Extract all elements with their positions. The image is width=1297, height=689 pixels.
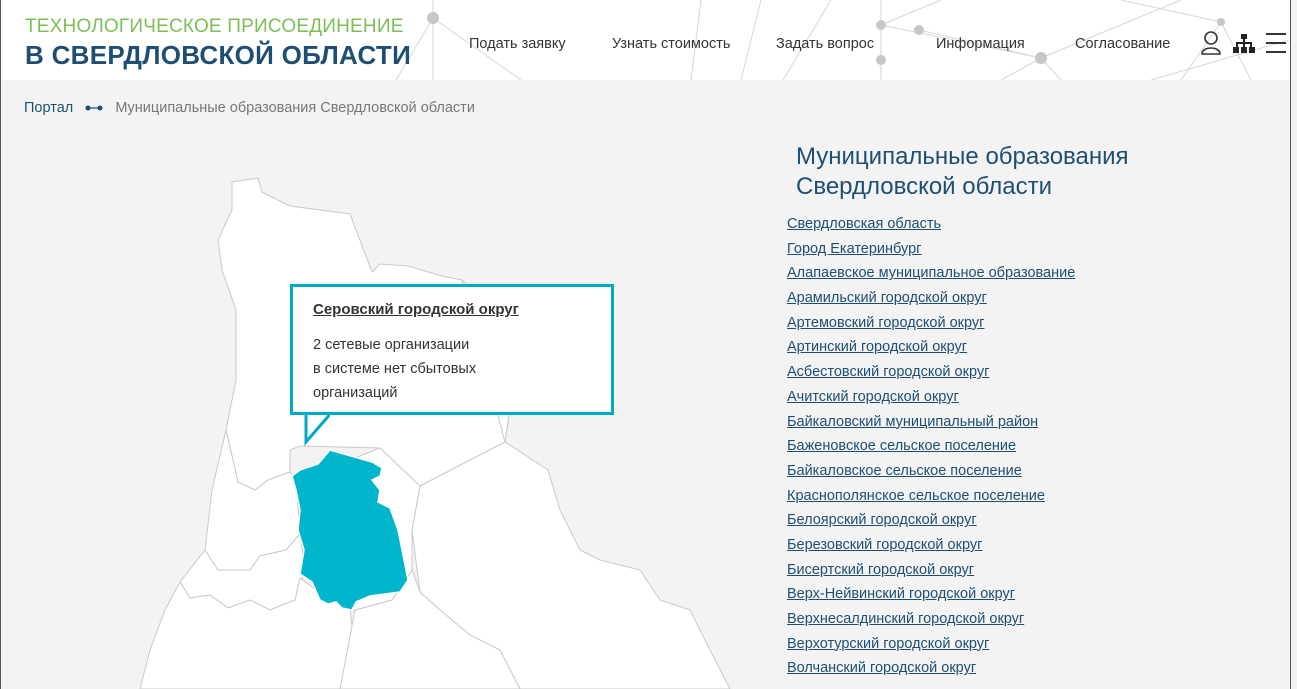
nav-ask-question[interactable]: Задать вопрос [776,36,874,52]
tooltip-sales-orgs-line1: в системе нет сбытовых [313,361,477,377]
breadcrumb: Портал Муниципальные образования Свердло… [24,100,475,116]
municipality-link[interactable]: Байкаловский муниципальный район [787,414,1038,430]
nav-submit-application[interactable]: Подать заявку [469,36,566,52]
breadcrumb-current: Муниципальные образования Свердловской о… [115,100,475,116]
municipality-link[interactable]: Волчанский городской округ [787,660,976,676]
region-tooltip: Серовский городской округ 2 сетевые орга… [290,284,614,415]
municipality-list: Свердловская область Город Екатеринбург … [787,216,1075,685]
list-item: Артинский городской округ [787,339,1075,364]
municipality-link[interactable]: Асбестовский городской округ [787,364,989,380]
list-item: Город Екатеринбург [787,241,1075,266]
list-item: Арамильский городской округ [787,290,1075,315]
list-item: Бисертский городской округ [787,562,1075,587]
logo-subtitle[interactable]: В СВЕРДЛОВСКОЙ ОБЛАСТИ [25,40,411,71]
list-item: Волчанский городской округ [787,660,1075,685]
municipality-link[interactable]: Арамильский городской округ [787,290,987,306]
municipality-link[interactable]: Байкаловское сельское поселение [787,463,1022,479]
breadcrumb-home[interactable]: Портал [24,100,73,116]
list-item: Белоярский городской округ [787,512,1075,537]
municipality-link[interactable]: Березовский городской округ [787,537,982,553]
tooltip-region-link[interactable]: Серовский городской округ [313,301,519,318]
municipality-link[interactable]: Белоярский городской округ [787,512,977,528]
menu-icon[interactable] [1265,31,1287,55]
sitemap-icon[interactable] [1233,34,1255,54]
tooltip-pointer [304,412,330,446]
municipality-link[interactable]: Верхотурский городской округ [787,636,989,652]
municipality-link[interactable]: Верх-Нейвинский городской округ [787,586,1015,602]
breadcrumb-separator-icon [85,105,103,111]
municipality-link[interactable]: Верхнесалдинский городской округ [787,611,1024,627]
nav-get-cost[interactable]: Узнать стоимость [612,36,730,52]
list-item: Краснополянское сельское поселение [787,488,1075,513]
municipality-link[interactable]: Алапаевское муниципальное образование [787,265,1075,281]
municipality-link[interactable]: Бисертский городской округ [787,562,974,578]
list-item: Асбестовский городской округ [787,364,1075,389]
site-header: ТЕХНОЛОГИЧЕСКОЕ ПРИСОЕДИНЕНИЕ В СВЕРДЛОВ… [1,0,1289,80]
list-item: Артемовский городской округ [787,315,1075,340]
list-item: Байкаловский муниципальный район [787,414,1075,439]
municipality-link[interactable]: Краснополянское сельское поселение [787,488,1045,504]
list-item: Верхнесалдинский городской округ [787,611,1075,636]
municipality-link[interactable]: Артемовский городской округ [787,315,984,331]
municipality-link[interactable]: Артинский городской округ [787,339,967,355]
list-item: Верхотурский городской округ [787,636,1075,661]
user-icon[interactable] [1199,30,1223,56]
nav-approval[interactable]: Согласование [1075,36,1170,52]
logo-title[interactable]: ТЕХНОЛОГИЧЕСКОЕ ПРИСОЕДИНЕНИЕ [25,16,404,38]
tooltip-sales-orgs-line2: организаций [313,385,398,401]
list-item: Алапаевское муниципальное образование [787,265,1075,290]
tooltip-network-orgs: 2 сетевые организации [313,337,470,353]
list-item: Баженовское сельское поселение [787,438,1075,463]
list-item: Березовский городской округ [787,537,1075,562]
municipality-link[interactable]: Свердловская область [787,216,941,232]
list-item: Свердловская область [787,216,1075,241]
list-item: Верх-Нейвинский городской округ [787,586,1075,611]
municipality-link[interactable]: Баженовское сельское поселение [787,438,1016,454]
nav-information[interactable]: Информация [936,36,1025,52]
list-item: Ачитский городской округ [787,389,1075,414]
page-title: Муниципальные образования Свердловской о… [796,143,1129,200]
municipality-link[interactable]: Ачитский городской округ [787,389,959,405]
list-item: Байкаловское сельское поселение [787,463,1075,488]
municipality-link[interactable]: Город Екатеринбург [787,241,921,257]
